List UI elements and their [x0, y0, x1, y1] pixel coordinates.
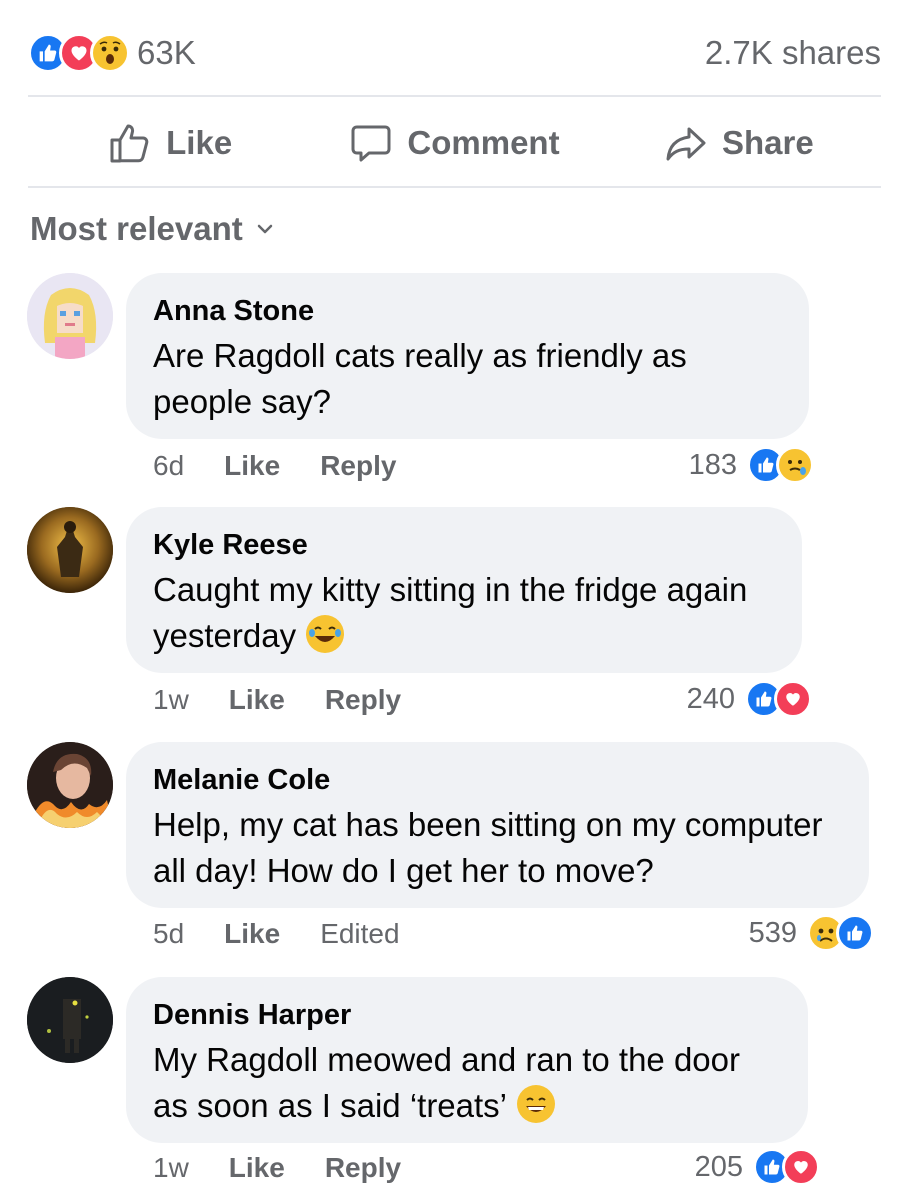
avatar[interactable] [27, 507, 113, 593]
comment-bubble: Melanie Cole Help, my cat has been sitti… [126, 742, 869, 908]
comment-text: My Ragdoll meowed and ran to the door as… [153, 1037, 782, 1129]
comment-text: Caught my kitty sitting in the fridge ag… [153, 567, 776, 659]
comment-meta: 6d Like Reply [153, 450, 436, 482]
comment-reaction-count: 205 [694, 1150, 743, 1183]
comment-time[interactable]: 1w [153, 1152, 189, 1184]
comment-text-body: Caught my kitty sitting in the fridge ag… [153, 571, 748, 654]
comment-reaction-count: 183 [688, 448, 737, 481]
comment-text: Are Ragdoll cats really as friendly as p… [153, 337, 687, 420]
share-arrow-icon [666, 127, 706, 161]
comment-sort-dropdown[interactable]: Most relevant [30, 210, 275, 248]
comment-reply-button[interactable]: Reply [320, 450, 396, 482]
comment-icon [351, 125, 391, 162]
comment-reaction-count: 240 [686, 682, 735, 715]
love-icon [782, 1148, 820, 1186]
comment-author[interactable]: Kyle Reese [153, 527, 776, 563]
like-button-label: Like [166, 124, 233, 161]
reaction-icons[interactable]: 63K [28, 33, 196, 73]
divider [28, 95, 881, 97]
shares-count[interactable]: 2.7K shares [705, 34, 881, 72]
comment-meta: 1w Like Reply [153, 1152, 441, 1184]
reaction-count[interactable]: 63K [137, 34, 196, 72]
avatar[interactable] [27, 273, 113, 359]
comment-reaction-count: 539 [748, 916, 797, 949]
comment-bubble: Anna Stone Are Ragdoll cats really as fr… [126, 273, 809, 439]
sort-label: Most relevant [30, 210, 243, 247]
comment-author[interactable]: Anna Stone [153, 293, 783, 329]
comment-reactions[interactable]: 205 [694, 1148, 820, 1186]
thumbs-up-icon [110, 124, 149, 163]
comment-text: Help, my cat has been sitting on my comp… [153, 806, 823, 889]
comment-reply-button[interactable]: Reply [325, 1152, 401, 1184]
comment-reactions[interactable]: 539 [748, 914, 874, 952]
comment-text-body: My Ragdoll meowed and ran to the door as… [153, 1041, 741, 1124]
comment-time[interactable]: 5d [153, 918, 184, 950]
love-icon [774, 680, 812, 718]
comment-reactions[interactable]: 240 [686, 680, 812, 718]
comment-reactions[interactable]: 183 [688, 446, 814, 484]
chevron-down-icon [257, 224, 272, 234]
comment-like-button[interactable]: Like [224, 918, 280, 950]
share-button[interactable]: Share [597, 121, 881, 165]
avatar[interactable] [27, 977, 113, 1063]
comment-time[interactable]: 6d [153, 450, 184, 482]
comment-meta: 5d Like Edited [153, 918, 440, 950]
comment-edited-label: Edited [320, 918, 400, 949]
comment-bubble: Kyle Reese Caught my kitty sitting in th… [126, 507, 802, 673]
comment-time[interactable]: 1w [153, 684, 189, 716]
like-icon [836, 914, 874, 952]
comment-bubble: Dennis Harper My Ragdoll meowed and ran … [126, 977, 808, 1143]
comment-reply-button[interactable]: Reply [325, 684, 401, 716]
comment-like-button[interactable]: Like [229, 684, 285, 716]
comment-author[interactable]: Melanie Cole [153, 762, 843, 798]
comment-meta: 1w Like Reply [153, 684, 441, 716]
care-icon [776, 446, 814, 484]
comment-like-button[interactable]: Like [224, 450, 280, 482]
comment-author[interactable]: Dennis Harper [153, 997, 782, 1033]
reaction-summary: 63K 2.7K shares [28, 28, 881, 78]
comment-button-label: Comment [407, 124, 560, 161]
laughing-emoji-icon [306, 615, 345, 653]
divider [28, 186, 881, 188]
comment-button[interactable]: Comment [312, 121, 596, 165]
share-button-label: Share [721, 124, 814, 161]
post-action-bar: Like Comment Share [28, 100, 881, 186]
avatar[interactable] [27, 742, 113, 828]
grinning-emoji-icon [517, 1085, 556, 1123]
comment-like-button[interactable]: Like [229, 1152, 285, 1184]
like-button[interactable]: Like [28, 121, 312, 165]
wow-icon [90, 33, 130, 73]
